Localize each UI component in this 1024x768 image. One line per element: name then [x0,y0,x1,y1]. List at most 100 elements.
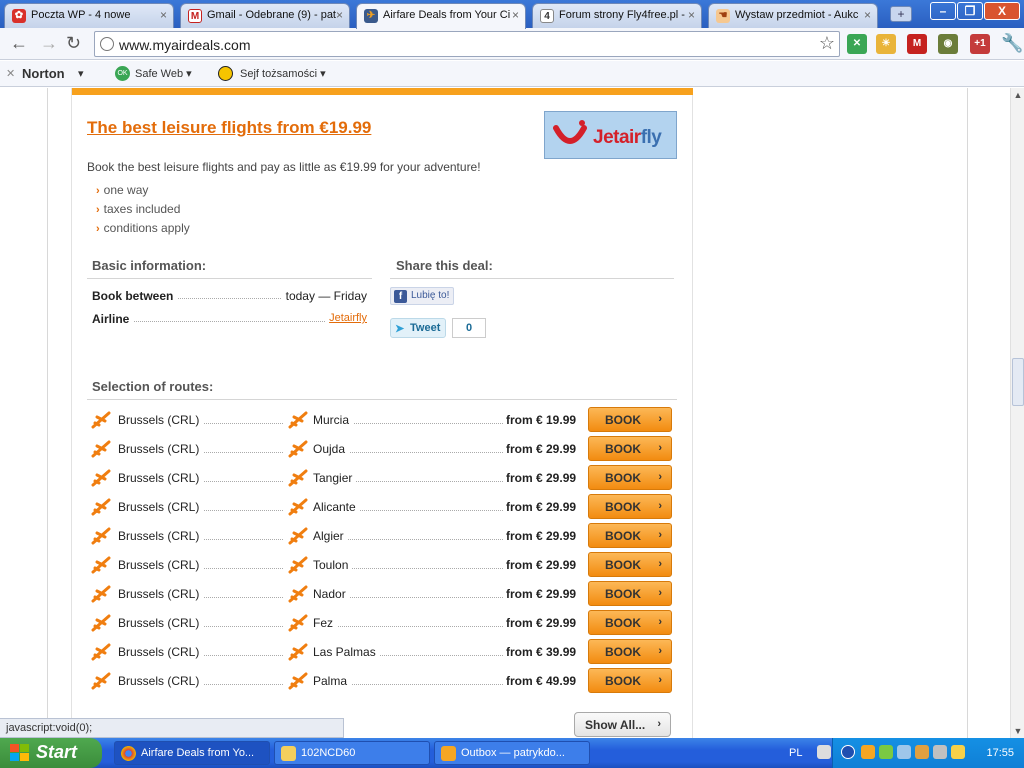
deal-title-link[interactable]: The best leisure flights from €19.99 [87,118,371,138]
vertical-scrollbar[interactable]: ▲ ▼ [1010,88,1024,738]
book-button[interactable]: BOOK › [588,581,672,606]
destination-city: Las Palmas [313,645,380,659]
close-icon[interactable]: ✕ [6,67,15,80]
show-all-button[interactable]: Show All... › [574,712,671,737]
book-button[interactable]: BOOK › [588,465,672,490]
route-price: from € 19.99 [506,413,577,427]
windows-taskbar: Start Airfare Deals from Yo... 102NCD60 … [0,738,1024,768]
jetairfly-logo[interactable]: Jetairfly [544,111,677,159]
book-label: BOOK [605,471,641,485]
book-label: BOOK [605,674,641,688]
book-button[interactable]: BOOK › [588,610,672,635]
feature-text: one way [103,183,149,197]
back-arrow-icon[interactable]: ← [10,34,28,52]
extension-green-icon[interactable]: ✕ [847,34,867,54]
taskbar-item-folder[interactable]: 102NCD60 [274,741,430,765]
book-button[interactable]: BOOK › [588,552,672,577]
safe-web-menu[interactable]: Safe Web ▾ [135,67,192,80]
departure-plane-icon [91,411,111,429]
airline-link[interactable]: Jetairfly [325,312,367,324]
deal-card: The best leisure flights from €19.99 Jet… [71,88,693,738]
update-icon[interactable] [915,745,929,759]
close-icon[interactable]: × [160,8,167,22]
maximize-button[interactable]: ❐ [957,2,983,20]
identity-safe-menu[interactable]: Sejf tożsamości ▾ [240,67,326,80]
tab-fly4free-forum[interactable]: 4 Forum strony Fly4free.pl - × [532,3,702,28]
book-label: BOOK [605,500,641,514]
fb-like-label: Lubię to! [411,290,450,301]
tab-poczta-wp[interactable]: ✿ Poczta WP - 4 nowe × [4,3,174,28]
table-row: Brussels (CRL) Tangier from € 29.99 BOOK › [89,465,674,491]
forward-arrow-icon[interactable]: → [40,34,58,52]
twitter-bird-icon: ➤ [395,323,405,335]
book-label: BOOK [605,587,641,601]
book-button[interactable]: BOOK › [588,668,672,693]
close-icon[interactable]: × [864,8,871,22]
volume-icon[interactable] [933,745,947,759]
language-indicator[interactable]: PL [789,747,802,759]
book-button[interactable]: BOOK › [588,436,672,461]
reload-icon[interactable]: ↻ [66,34,81,52]
feature-text: conditions apply [103,221,190,235]
departure-plane-icon [91,643,111,661]
network-icon[interactable] [897,745,911,759]
tab-wystaw-przedmiot[interactable]: ☚ Wystaw przedmiot - Aukc × [708,3,878,28]
gmail-checker-icon[interactable]: M [907,34,927,54]
book-button[interactable]: BOOK › [588,523,672,548]
arrival-plane-icon [288,440,308,458]
book-button[interactable]: BOOK › [588,494,672,519]
table-row: Brussels (CRL) Toulon from € 29.99 BOOK › [89,552,674,578]
bookmark-star-icon[interactable]: ☆ [819,33,835,54]
start-label: Start [36,742,78,762]
minimize-button[interactable]: – [930,2,956,20]
basic-info-heading: Basic information: [92,258,207,273]
book-button[interactable]: BOOK › [588,407,672,432]
wrench-icon[interactable]: 🔧 [1001,34,1023,52]
tweet-count: 0 [452,318,486,338]
taskbar-item-outlook[interactable]: Outbox — patrykdo... [434,741,590,765]
chevron-down-icon[interactable]: ▾ [78,67,84,80]
departure-plane-icon [91,527,111,545]
origin-city: Brussels (CRL) [118,558,204,572]
close-icon[interactable]: × [336,8,343,22]
book-label: BOOK [605,529,641,543]
number-four-icon: 4 [540,9,554,23]
book-label: BOOK [605,645,641,659]
destination-city: Oujda [313,442,350,456]
arrival-plane-icon [288,469,308,487]
start-button[interactable]: Start [0,738,102,768]
route-price: from € 49.99 [506,674,577,688]
airline-row: Airline Jetairfly [92,312,367,328]
norton-tray-icon[interactable] [879,745,893,759]
close-window-button[interactable]: X [984,2,1020,20]
keyboard-icon[interactable] [817,745,831,759]
norton-logo[interactable]: Norton [22,66,65,81]
scroll-up-icon[interactable]: ▲ [1012,89,1024,101]
clock: 17:55 [986,747,1014,759]
destination-city: Alicante [313,500,360,514]
chevron-right-icon: › [658,645,662,657]
tweet-button[interactable]: ➤ Tweet [390,318,447,338]
close-icon[interactable]: × [688,8,695,22]
extension-camera-icon[interactable]: ◉ [938,34,958,54]
book-button[interactable]: BOOK › [588,639,672,664]
safe-web-label: Safe Web [135,68,184,80]
security-alert-icon[interactable] [951,745,965,759]
google-plus-icon[interactable]: +1 [970,34,990,54]
share-heading: Share this deal: [396,258,493,273]
extension-weather-icon[interactable]: ☀ [876,34,896,54]
new-tab-button[interactable]: + [890,6,912,22]
facebook-like-button[interactable]: f Lubię to! [390,287,455,305]
show-all-label: Show All... [585,718,646,732]
tray-arrow-icon[interactable] [841,745,855,759]
scroll-down-icon[interactable]: ▼ [1012,725,1024,737]
scroll-thumb[interactable] [1012,358,1024,406]
taskbar-item-chrome[interactable]: Airfare Deals from Yo... [114,741,270,765]
outlook-tray-icon[interactable] [861,745,875,759]
destination-city: Algier [313,529,348,543]
tab-airfare-deals[interactable]: ✈ Airfare Deals from Your Ci × [356,3,526,29]
address-bar[interactable]: www.myairdeals.com ☆ [94,31,840,57]
tab-gmail[interactable]: M Gmail - Odebrane (9) - pat × [180,3,350,28]
system-tray: PL 17:55 [789,738,1024,768]
close-icon[interactable]: × [512,8,519,22]
